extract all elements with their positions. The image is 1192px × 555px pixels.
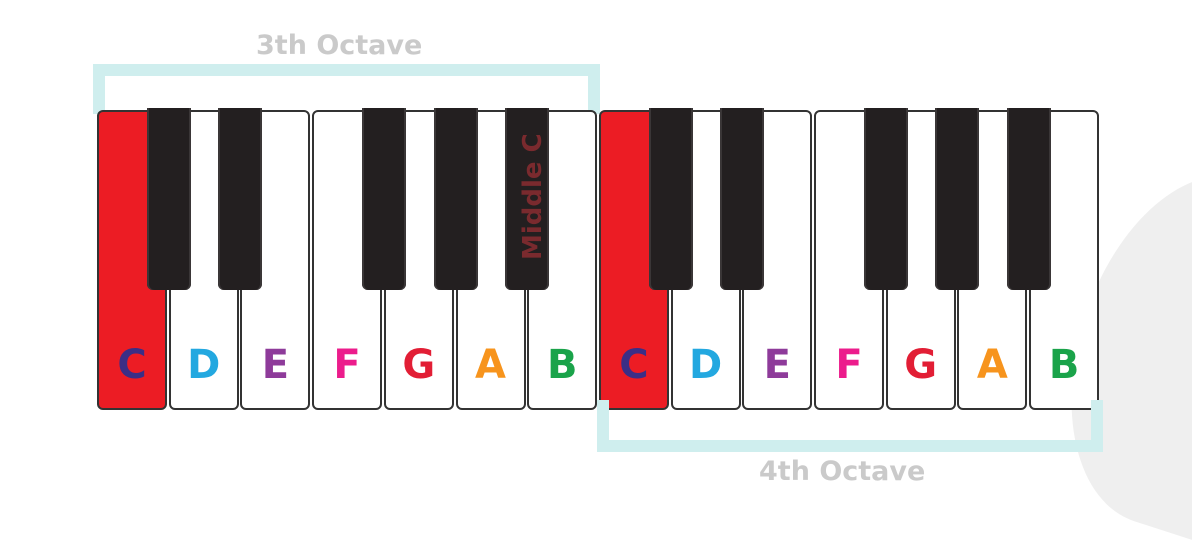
key-letter: E xyxy=(763,342,791,388)
key-letter: G xyxy=(904,342,938,388)
middle-c-label: Middle C xyxy=(518,133,548,260)
key-letter: B xyxy=(546,342,578,388)
black-key[interactable] xyxy=(146,108,191,290)
black-key[interactable] xyxy=(863,108,908,290)
black-key[interactable] xyxy=(720,108,765,290)
key-letter: C xyxy=(117,342,147,388)
black-key[interactable] xyxy=(935,108,980,290)
piano-diagram: 3th Octave CDEFGABCDEFGAB Middle C 4th O… xyxy=(0,0,1192,555)
key-letter: A xyxy=(976,342,1008,388)
key-letter: E xyxy=(261,342,290,388)
piano-keyboard: CDEFGABCDEFGAB xyxy=(97,108,1101,412)
black-key[interactable] xyxy=(361,108,406,290)
black-key[interactable] xyxy=(1007,108,1052,290)
key-letter: F xyxy=(835,342,863,388)
black-key[interactable] xyxy=(433,108,478,290)
key-letter: D xyxy=(688,342,723,388)
key-letter: B xyxy=(1048,342,1080,388)
octave-label-4: 4th Octave xyxy=(759,456,926,487)
key-letter: D xyxy=(187,342,221,388)
octave-label-3: 3th Octave xyxy=(256,30,423,61)
key-letter: C xyxy=(619,342,649,388)
key-letter: G xyxy=(402,342,436,388)
key-letter: A xyxy=(475,342,506,388)
octave-bracket-4 xyxy=(597,400,1103,452)
black-key[interactable] xyxy=(218,108,263,290)
black-key[interactable] xyxy=(648,108,693,290)
octave-bracket-3 xyxy=(93,64,600,114)
key-letter: F xyxy=(333,342,361,388)
